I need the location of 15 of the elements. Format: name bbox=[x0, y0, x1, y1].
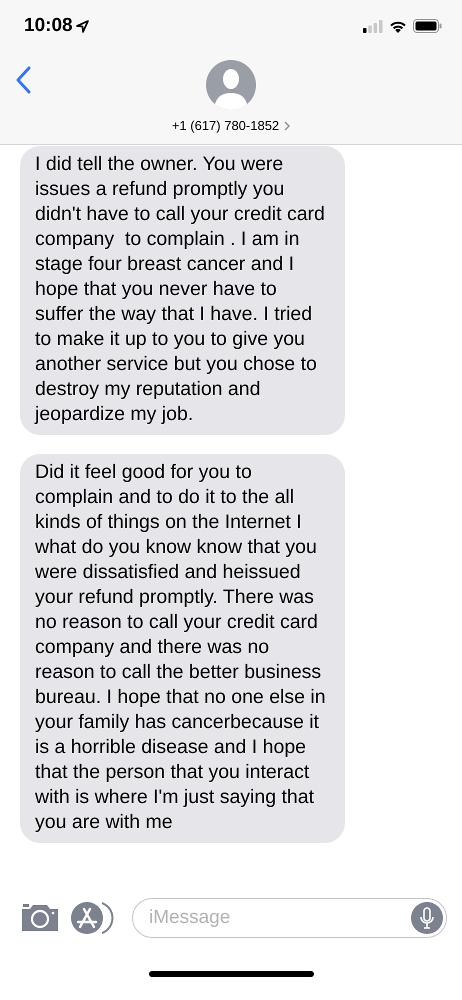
message-bubble: Did it feel good for you to complain and to do it to the all kinds of things on the Internet I what do you know know that you were dissatisfied and heissued your refund promptly. There was no reason to call your credit card company and there was no reason to call the better business bureau. I hope that no one else in your family has cancerbecause it is a horrible disease and I hope that the person that you interact with is where I'm just saying that you are with me bbox=[20, 454, 345, 843]
location-arrow-icon bbox=[76, 20, 89, 32]
signal-icon bbox=[363, 20, 383, 32]
back-chevron-icon[interactable] bbox=[15, 66, 31, 94]
camera-icon[interactable] bbox=[20, 903, 60, 933]
message-input-field[interactable]: iMessage bbox=[132, 898, 447, 938]
contact-number[interactable]: +1 (617) 780-1852 bbox=[172, 118, 280, 133]
status-time: 10:08 bbox=[24, 15, 73, 37]
microphone-icon[interactable] bbox=[411, 902, 443, 934]
wifi-icon bbox=[389, 20, 407, 32]
chevron-right-icon[interactable] bbox=[284, 120, 290, 130]
battery-icon bbox=[413, 19, 442, 33]
message-bubble: I did tell the owner. You were issues a refund promptly you didn't have to call your credit card company to complain . I am in stage four breast cancer and I hope that you never have to suffer the way that I have. I tried to make it up to you to give you another service but you chose to destroy my reputation and jeopardize my job. bbox=[20, 146, 345, 435]
app-store-icon[interactable] bbox=[70, 901, 114, 935]
avatar-icon[interactable] bbox=[206, 60, 256, 110]
